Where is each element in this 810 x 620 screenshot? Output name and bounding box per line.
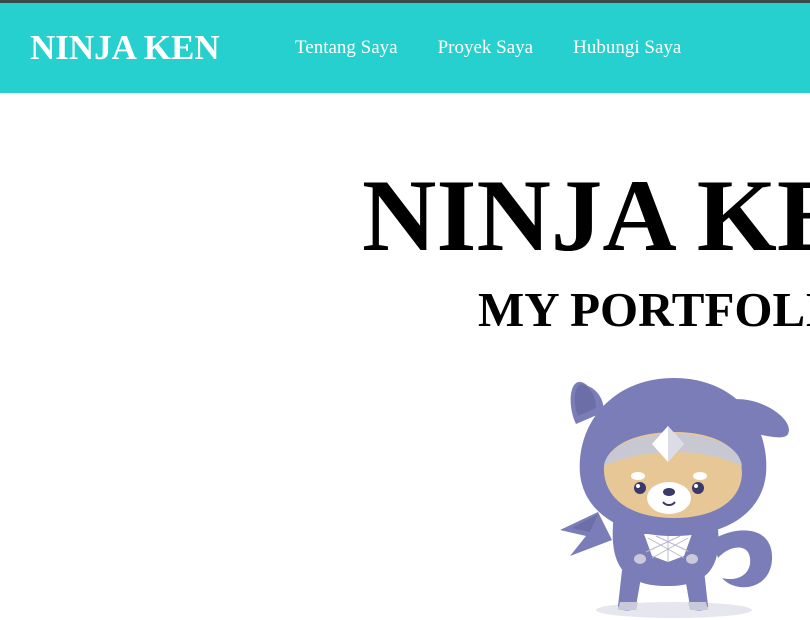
main-nav: Tentang Saya Proyek Saya Hubungi Saya	[295, 36, 681, 60]
page: NINJA KEN Tentang Saya Proyek Saya Hubun…	[0, 0, 810, 620]
site-header: NINJA KEN Tentang Saya Proyek Saya Hubun…	[0, 3, 810, 93]
hero-title: NINJA KEN	[362, 159, 810, 273]
ninja-ken-mascot	[560, 378, 789, 618]
site-logo[interactable]: NINJA KEN	[30, 27, 220, 69]
nav-link-proyek-saya[interactable]: Proyek Saya	[438, 36, 534, 60]
hero-subtitle: MY PORTFOLIO	[478, 282, 810, 337]
nav-link-tentang-saya[interactable]: Tentang Saya	[295, 36, 398, 60]
nav-link-hubungi-saya[interactable]: Hubungi Saya	[573, 36, 681, 60]
